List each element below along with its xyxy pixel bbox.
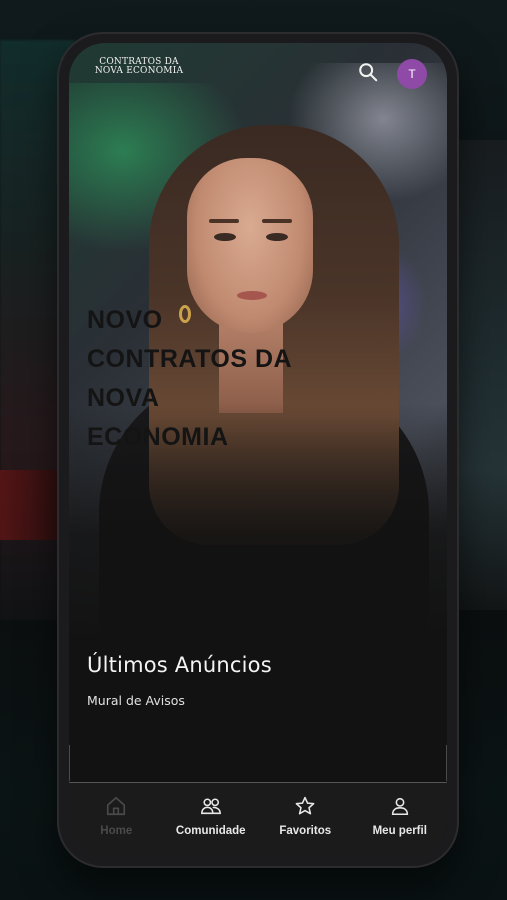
nav-label-meu-perfil: Meu perfil: [372, 825, 427, 837]
hero-portrait-brow: [209, 219, 239, 223]
nav-label-comunidade: Comunidade: [175, 825, 246, 837]
nav-item-meu-perfil[interactable]: Meu perfil: [353, 783, 448, 857]
hero-title: NOVO CONTRATOS DA NOVA ECONOMIA: [87, 306, 292, 451]
hero-portrait-lips: [237, 291, 267, 300]
hero-portrait-eye: [214, 233, 236, 241]
search-button[interactable]: [357, 61, 379, 83]
content-edge-left: [69, 745, 70, 781]
top-bar: CONTRATOS DA NOVA ECONOMIA T: [69, 43, 447, 103]
nav-label-home: Home: [100, 825, 133, 837]
nav-item-favoritos[interactable]: Favoritos: [258, 783, 353, 857]
announcements-subtitle[interactable]: Mural de Avisos: [87, 693, 185, 708]
nav-item-comunidade[interactable]: Comunidade: [164, 783, 259, 857]
user-icon: [391, 797, 408, 816]
nav-label-favoritos: Favoritos: [279, 825, 332, 837]
star-icon: [295, 796, 315, 815]
hero-portrait-eye: [266, 233, 288, 241]
nav-item-home[interactable]: Home: [69, 783, 164, 857]
hero-portrait-brow: [262, 219, 292, 223]
home-icon: [107, 796, 126, 816]
phone-screen: NOVO CONTRATOS DA NOVA ECONOMIA CONTRATO…: [69, 43, 447, 857]
users-icon: [200, 798, 221, 815]
logo-line-2: NOVA ECONOMIA: [94, 66, 184, 76]
content-edge-right: [446, 745, 447, 781]
avatar[interactable]: T: [397, 59, 427, 89]
hero-banner[interactable]: NOVO CONTRATOS DA NOVA ECONOMIA: [69, 43, 447, 643]
bottom-nav: Home Comunidade Favoritos Meu perfil: [69, 783, 447, 857]
app-logo[interactable]: CONTRATOS DA NOVA ECONOMIA: [89, 58, 189, 76]
announcements-title: Últimos Anúncios: [87, 653, 272, 677]
phone-frame: NOVO CONTRATOS DA NOVA ECONOMIA CONTRATO…: [59, 34, 457, 866]
search-icon: [359, 63, 378, 82]
